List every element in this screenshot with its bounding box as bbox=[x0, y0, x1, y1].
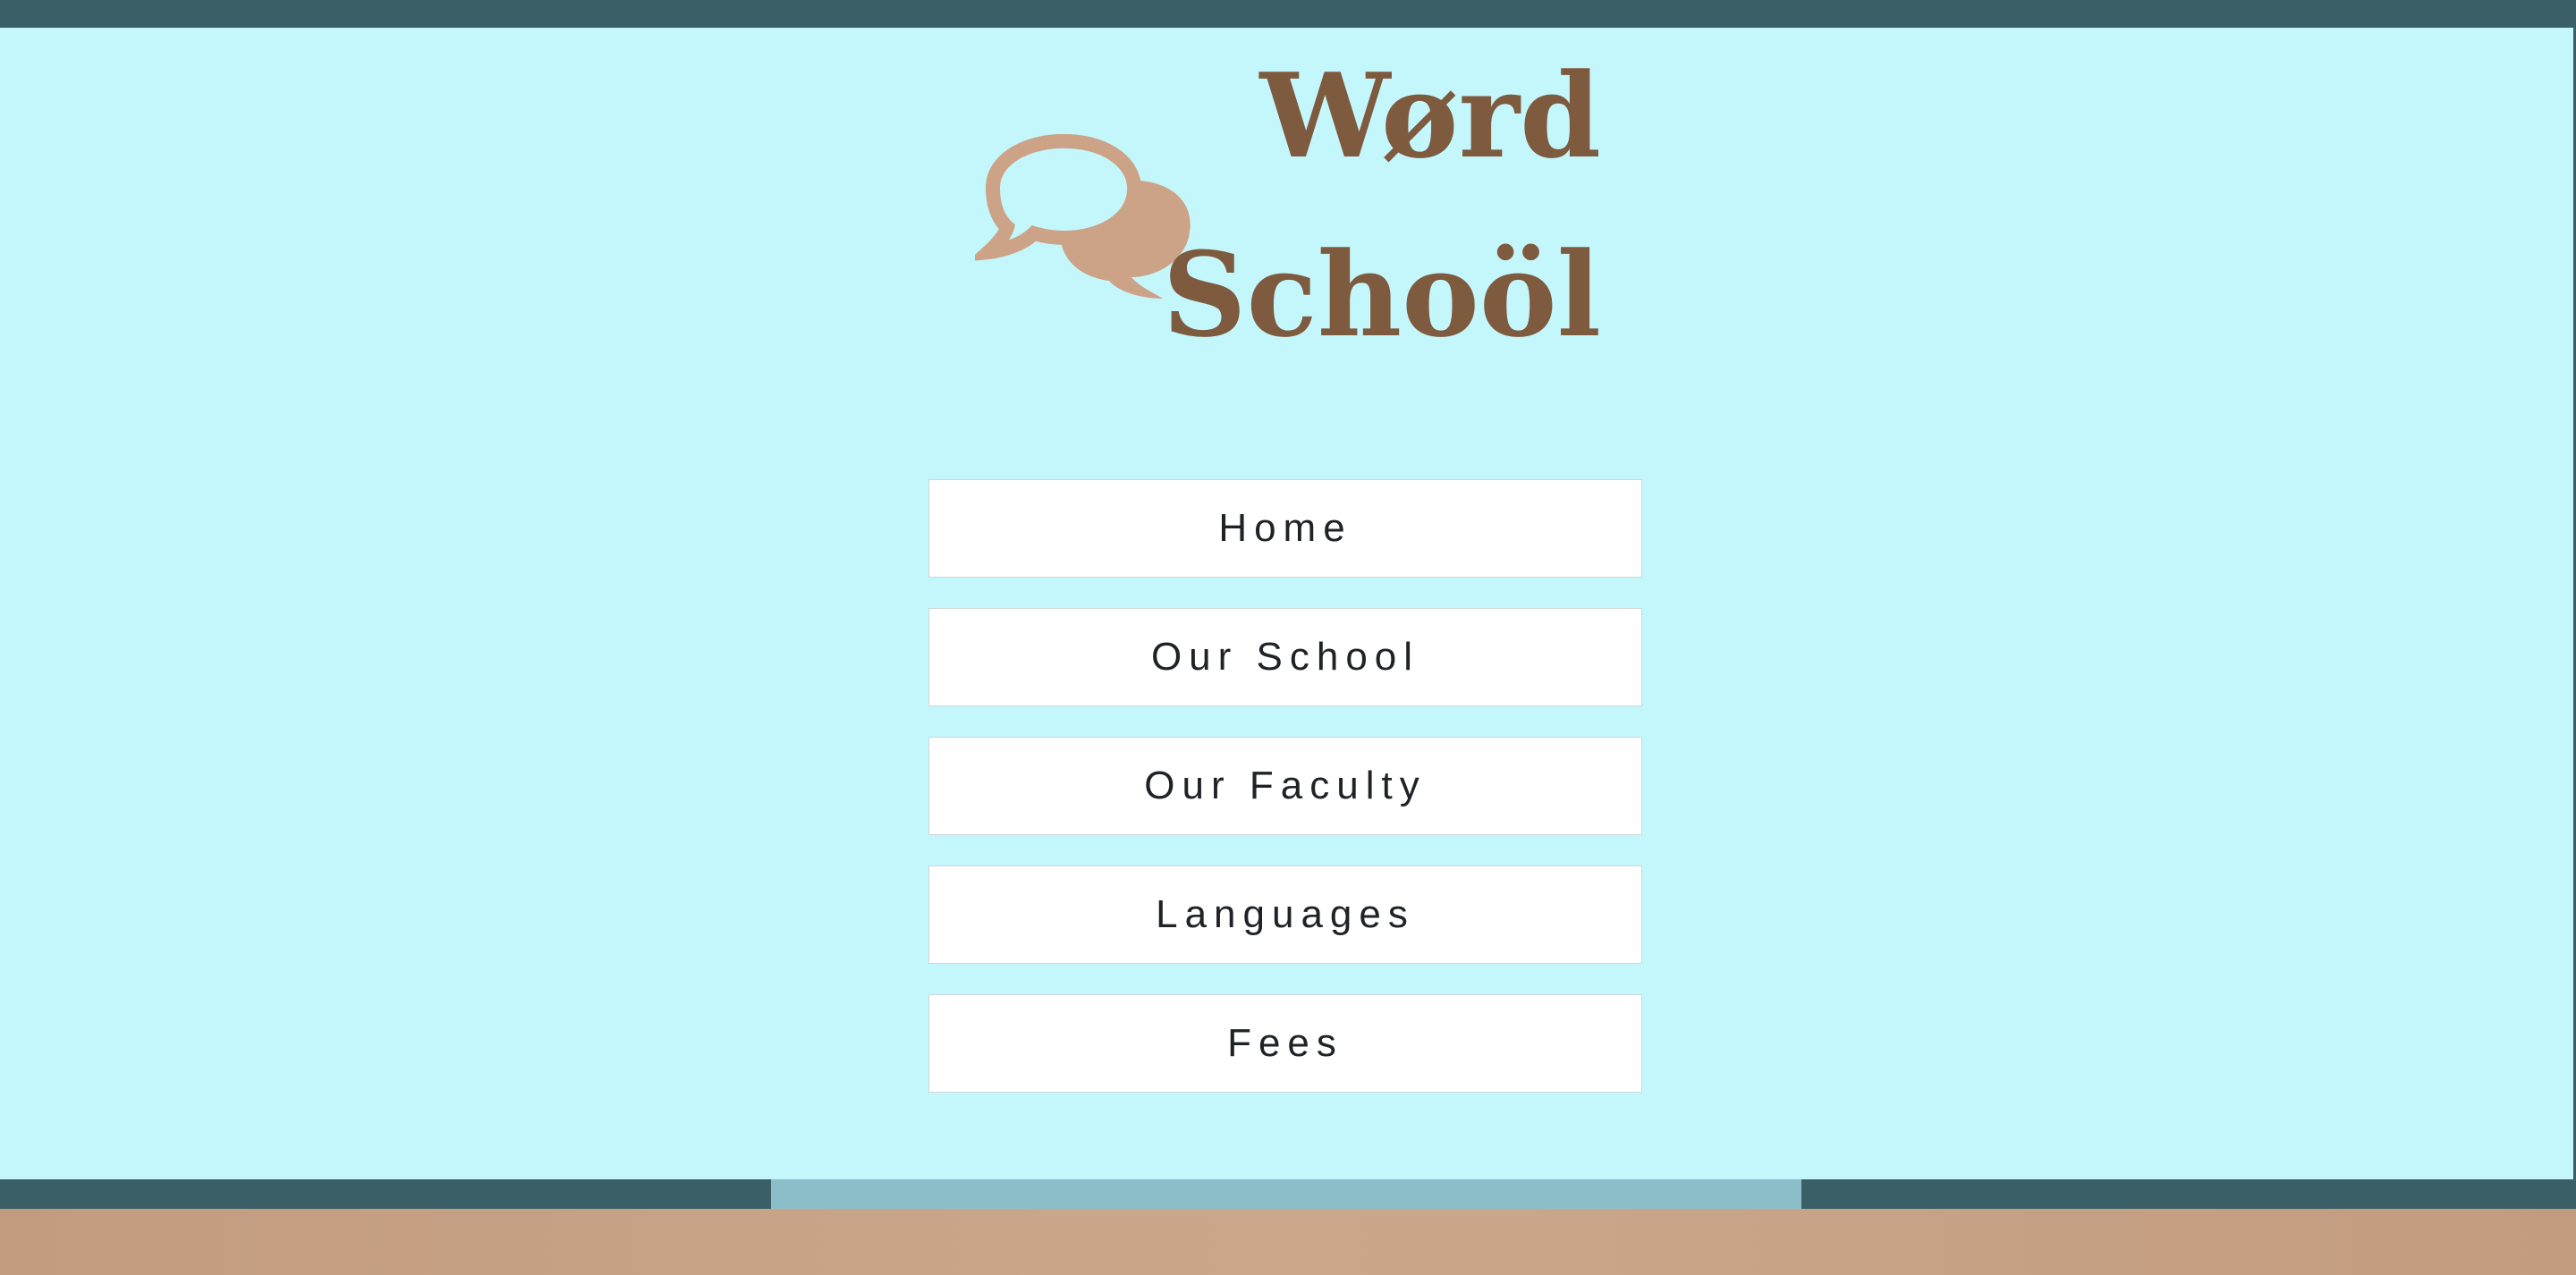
site-logo[interactable]: Wørd Schoöl bbox=[975, 45, 1601, 367]
floor-strip bbox=[0, 1209, 2576, 1275]
logo-title-line1: Wørd bbox=[1259, 47, 1602, 184]
logo-title-line2: Schoöl bbox=[1162, 226, 1601, 363]
nav-item-home[interactable]: Home bbox=[928, 479, 1642, 578]
main-nav: Home Our School Our Faculty Languages Fe… bbox=[928, 479, 1644, 1123]
nav-item-languages[interactable]: Languages bbox=[928, 865, 1642, 964]
bottom-bar bbox=[0, 1179, 2576, 1209]
bottom-bar-highlight bbox=[771, 1179, 1801, 1209]
nav-item-fees[interactable]: Fees bbox=[928, 994, 1642, 1093]
page: Wørd Schoöl Home Our School Our Faculty … bbox=[0, 0, 2576, 1275]
nav-item-our-school[interactable]: Our School bbox=[928, 608, 1642, 706]
nav-item-our-faculty[interactable]: Our Faculty bbox=[928, 737, 1642, 835]
top-bar bbox=[0, 0, 2576, 28]
